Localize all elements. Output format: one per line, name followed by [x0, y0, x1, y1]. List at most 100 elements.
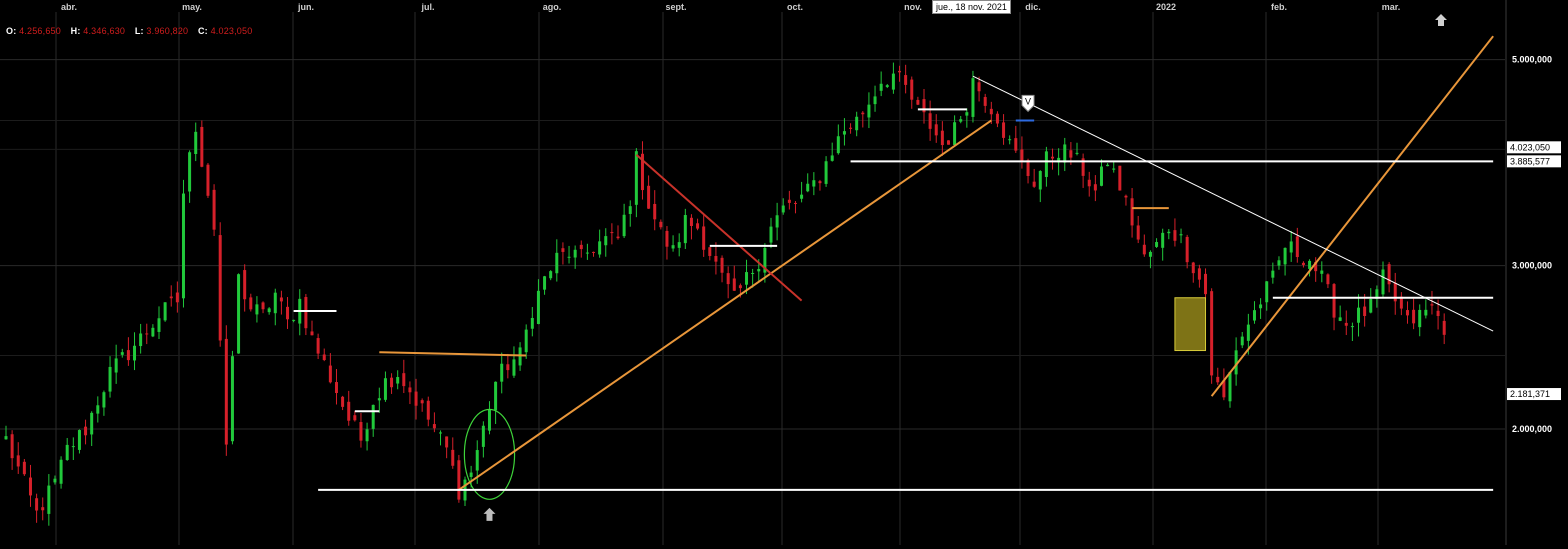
candle-body [793, 202, 797, 204]
low-label: L: [134, 26, 144, 36]
candle-down [1051, 148, 1055, 170]
candle-body [126, 350, 130, 361]
candle-down [359, 412, 363, 448]
candle-up [1106, 163, 1110, 167]
candle-up [1259, 298, 1263, 319]
candle-up [879, 71, 883, 97]
candle-up [1338, 305, 1342, 322]
candle-down [249, 293, 253, 312]
ohlc-readout: O: 4.256,650 H: 4.346,630 L: 3.960,820 C… [6, 26, 259, 36]
candle-body [1405, 310, 1409, 316]
candle-up [683, 208, 687, 249]
highlight-box [1174, 297, 1207, 352]
candle-body [200, 126, 204, 167]
candle-body [971, 78, 975, 117]
candle-body [647, 185, 651, 209]
candle-down [206, 163, 210, 198]
candle-body [726, 273, 730, 285]
candle-down [304, 293, 308, 336]
candle-body [1295, 236, 1299, 258]
candle-down [1197, 264, 1201, 288]
candle-up [769, 217, 773, 249]
candle-up [255, 296, 259, 323]
candle-body [757, 269, 761, 272]
candle-down [1301, 261, 1305, 268]
candle-up [824, 156, 828, 187]
candle-body [977, 82, 981, 92]
candle-up [1234, 337, 1238, 386]
candle-down [910, 76, 914, 109]
candle-down [696, 218, 700, 231]
candle-body [1093, 184, 1097, 191]
candle-body [849, 127, 853, 129]
candle-up [1277, 256, 1281, 270]
candle-body [212, 189, 216, 230]
candle-up [1357, 294, 1361, 337]
candle-up [1161, 228, 1165, 261]
candle-up [1044, 146, 1048, 187]
candle-down [1185, 234, 1189, 269]
time-axis: abr. may. jun. jul. ago. sept. oct. nov. dic. 202… [61, 2, 1400, 12]
candle-up [1099, 159, 1103, 187]
candle-up [512, 346, 516, 378]
candle-body [622, 214, 626, 237]
candle-down [334, 369, 338, 405]
candle-body [953, 122, 957, 146]
candle-down [849, 123, 853, 134]
candle-body [114, 358, 118, 373]
candle-down [1032, 168, 1036, 188]
candle-body [10, 434, 14, 459]
candle-down [995, 111, 999, 128]
candle-body [157, 318, 161, 332]
y-tick-label: 2.000,000 [1512, 424, 1552, 434]
candle-body [567, 256, 571, 258]
candle-body [855, 116, 859, 131]
candle-up [800, 181, 804, 203]
low-value: 3.960,820 [146, 26, 189, 36]
candle-body [751, 272, 755, 274]
candle-down [426, 396, 430, 427]
candle-up [1418, 304, 1422, 337]
candle-up [1155, 238, 1159, 248]
candle-body [592, 251, 596, 253]
candle-body [1344, 322, 1348, 326]
candle-body [353, 415, 357, 421]
v-marker-letter: V [1025, 96, 1031, 106]
candle-up [842, 118, 846, 146]
candle-up [518, 342, 522, 371]
candle-body [218, 235, 222, 341]
candlestick-chart[interactable]: V 5.000,000 3.000,000 2.000,000 4.023,050 3.… [0, 0, 1568, 549]
candle-body [96, 405, 100, 414]
candle-body [1301, 262, 1305, 265]
candle-down [41, 497, 45, 521]
candle-body [818, 181, 822, 184]
month-label: jun. [297, 2, 314, 12]
candle-body [414, 391, 418, 406]
candle-body [1387, 264, 1391, 285]
candle-down [702, 214, 706, 257]
candle-up [634, 148, 638, 218]
candle-down [10, 430, 14, 470]
month-label: may. [182, 2, 202, 12]
scroll-up-icon[interactable] [1434, 13, 1448, 27]
month-label: 2022 [1156, 2, 1176, 12]
candle-body [1026, 160, 1030, 176]
candle-body [139, 333, 143, 347]
candle-up [494, 381, 498, 424]
candle-up [830, 142, 834, 162]
candle-body [500, 363, 504, 382]
month-label: ago. [543, 2, 562, 12]
candle-body [1265, 281, 1269, 303]
candle-down [126, 337, 130, 366]
candle-body [224, 338, 228, 445]
candle-body [1020, 149, 1024, 161]
candle-body [371, 404, 375, 429]
candle-body [1087, 179, 1091, 187]
candle-body [1008, 139, 1012, 141]
candle-body [1357, 307, 1361, 323]
candle-up [628, 200, 632, 227]
candle-down [1216, 367, 1220, 386]
candle-body [4, 436, 8, 440]
candle-body [1424, 309, 1428, 316]
candle-up [463, 476, 467, 507]
